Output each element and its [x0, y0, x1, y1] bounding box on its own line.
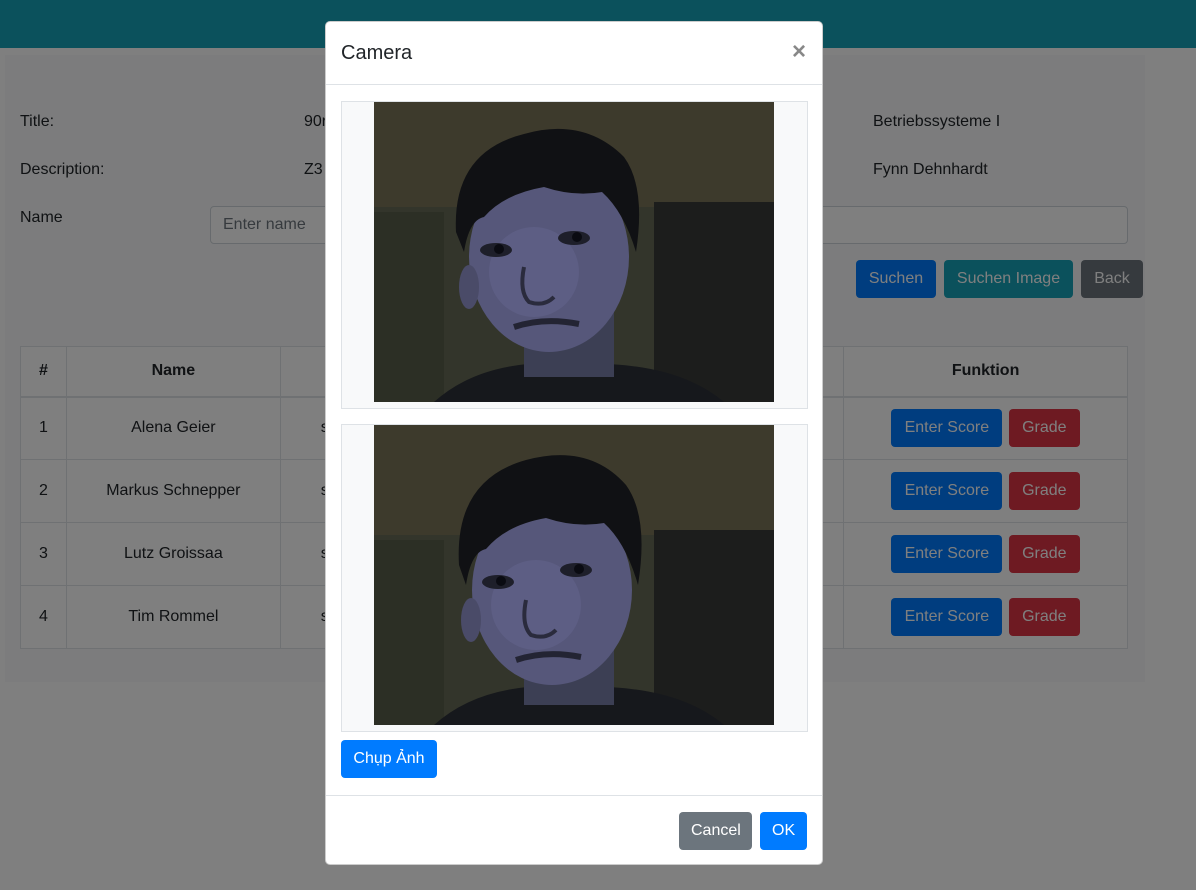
capture-photo-button[interactable]: Chụp Ảnh — [341, 740, 437, 778]
camera-modal: Camera × Chụp Ảnh Cancel OK — [325, 21, 823, 865]
captured-image-frame — [341, 424, 808, 732]
ok-button[interactable]: OK — [760, 812, 807, 850]
modal-header: Camera × — [326, 22, 822, 85]
captured-face-image — [374, 425, 774, 725]
modal-footer: Cancel OK — [326, 795, 822, 865]
captured-image — [374, 425, 774, 725]
webcam-face-image — [374, 102, 774, 402]
camera-live-frame — [341, 101, 808, 409]
close-icon[interactable]: × — [788, 39, 810, 65]
modal-title: Camera — [341, 42, 413, 64]
cancel-button[interactable]: Cancel — [679, 812, 752, 850]
camera-live-video — [374, 102, 774, 402]
